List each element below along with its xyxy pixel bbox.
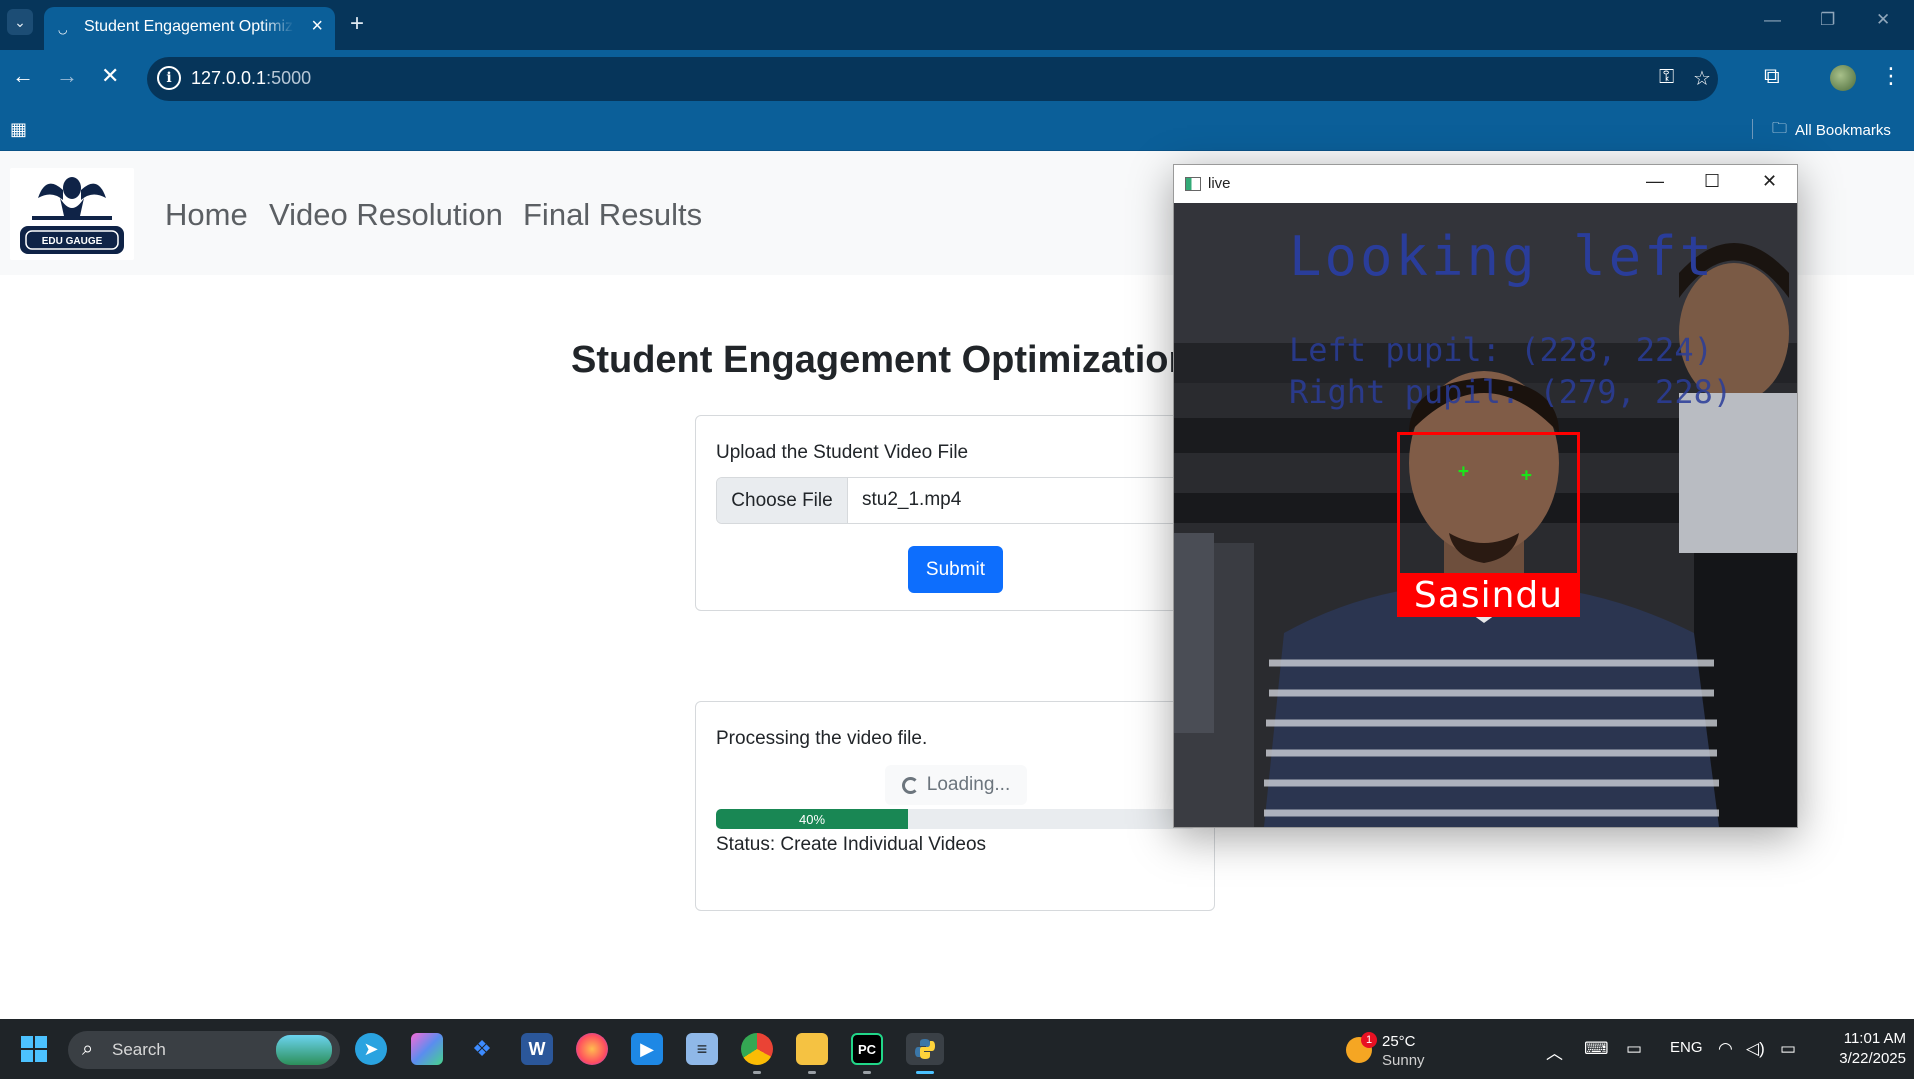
windows-start-icon[interactable] [18, 1033, 50, 1065]
search-highlight-image [276, 1035, 332, 1065]
telegram-icon[interactable]: ➤ [355, 1033, 387, 1065]
explorer-running-indicator [808, 1071, 816, 1074]
left-pupil-marker: + [1458, 461, 1469, 482]
new-tab-icon[interactable]: + [350, 10, 364, 38]
apps-grid-icon[interactable]: ▦ [10, 119, 27, 140]
progress-fill: 40% [716, 809, 908, 829]
zoom-icon[interactable]: ▶ [631, 1033, 663, 1065]
volume-icon[interactable]: ◁) [1746, 1039, 1765, 1059]
weather-notification-badge: 1 [1361, 1032, 1377, 1048]
keyboard-icon[interactable]: ⌨ [1584, 1039, 1609, 1059]
battery-icon[interactable]: ▭ [1780, 1039, 1796, 1059]
progress-bar: 40% [716, 809, 1196, 829]
processing-text: Processing the video file. [716, 728, 928, 749]
browser-tab[interactable]: ◡ Student Engagement Optimization × [44, 7, 335, 50]
live-video-window[interactable]: live — ☐ ✕ Looking left Left pupil: (228… [1173, 164, 1798, 828]
live-window-titlebar[interactable]: live — ☐ ✕ [1174, 165, 1797, 203]
restore-icon[interactable]: ❐ [1820, 10, 1835, 30]
system-clock[interactable]: 11:01 AM 3/22/2025 [1816, 1029, 1906, 1069]
tab-search-button[interactable]: ⌄ [7, 9, 33, 35]
right-pupil-text: Right pupil: (279, 228) [1289, 373, 1733, 411]
video-frame: Looking left Left pupil: (228, 224) Righ… [1174, 203, 1797, 827]
right-pupil-marker: + [1521, 465, 1532, 486]
loading-indicator: Loading... [885, 765, 1027, 805]
stop-loading-icon[interactable]: ✕ [101, 63, 119, 89]
dropbox-icon[interactable]: ❖ [466, 1033, 498, 1065]
live-close-icon[interactable]: ✕ [1762, 171, 1777, 192]
address-bar[interactable]: i 127.0.0.1:5000 ⚿ ☆ [147, 57, 1718, 101]
firefox-icon[interactable] [576, 1033, 608, 1065]
python-icon[interactable] [906, 1033, 944, 1065]
loading-favicon-icon: ◡ [58, 24, 68, 36]
clock-date: 3/22/2025 [1839, 1050, 1906, 1067]
page-title: Student Engagement Optimization [571, 339, 1192, 381]
person-name-label: Sasindu [1397, 573, 1580, 617]
live-maximize-icon[interactable]: ☐ [1704, 171, 1720, 192]
all-bookmarks-label: All Bookmarks [1795, 122, 1891, 139]
opencv-window-icon [1185, 177, 1201, 191]
show-hidden-icons-chevron-icon[interactable]: ︿ [1546, 1039, 1563, 1064]
upload-card: Upload the Student Video File Choose Fil… [695, 415, 1215, 611]
copilot-icon[interactable] [411, 1033, 443, 1065]
notepad-icon[interactable]: ≡ [686, 1033, 718, 1065]
progress-label: 40% [798, 811, 826, 827]
pycharm-icon[interactable]: PC [851, 1033, 883, 1065]
input-language[interactable]: ENG [1670, 1039, 1703, 1056]
python-active-indicator [916, 1071, 934, 1074]
all-bookmarks-button[interactable]: 🗀 All Bookmarks [1772, 118, 1891, 143]
file-explorer-icon[interactable] [796, 1033, 828, 1065]
forward-arrow-icon[interactable]: → [56, 63, 78, 89]
chrome-running-indicator [753, 1071, 761, 1074]
choose-file-button[interactable]: Choose File [717, 478, 848, 523]
search-label: Search [112, 1040, 166, 1059]
spinner-icon [901, 776, 919, 794]
nav-video-resolution[interactable]: Video Resolution [269, 197, 503, 233]
bookmarks-separator [1752, 119, 1753, 139]
submit-button[interactable]: Submit [908, 546, 1003, 593]
loading-text: Loading... [926, 774, 1011, 795]
site-info-icon[interactable]: i [157, 66, 181, 90]
close-tab-icon[interactable]: × [311, 15, 323, 38]
browser-menu-icon[interactable]: ⋮ [1880, 63, 1902, 89]
extensions-icon[interactable]: ⧉ [1764, 63, 1780, 89]
chrome-icon[interactable] [741, 1033, 773, 1065]
url-text: 127.0.0.1:5000 [191, 68, 312, 88]
key-icon[interactable]: ⚿ [1659, 66, 1674, 89]
left-pupil-text: Left pupil: (228, 224) [1289, 331, 1713, 369]
weather-condition: Sunny [1382, 1052, 1425, 1069]
gaze-direction-text: Looking left [1289, 225, 1716, 288]
close-window-icon[interactable]: ✕ [1876, 10, 1890, 30]
live-window-title: live [1208, 175, 1231, 192]
word-icon[interactable]: W [521, 1033, 553, 1065]
browser-tab-strip: ⌄ ◡ Student Engagement Optimization × + … [0, 0, 1914, 50]
pycharm-running-indicator [863, 1071, 871, 1074]
minimize-icon[interactable]: — [1764, 10, 1781, 30]
weather-temperature: 25°C [1382, 1033, 1416, 1050]
clock-time: 11:01 AM [1843, 1030, 1906, 1047]
processing-card: Processing the video file. Loading... 40… [695, 701, 1215, 911]
profile-avatar[interactable] [1830, 65, 1856, 91]
taskbar-search-box[interactable]: ⌕ Search [68, 1031, 340, 1069]
star-bookmark-icon[interactable]: ☆ [1693, 66, 1711, 91]
logo-text: EDU GAUGE [42, 236, 103, 247]
tablet-mode-icon[interactable]: ▭ [1626, 1039, 1642, 1059]
nav-final-results[interactable]: Final Results [523, 197, 702, 233]
status-text: Status: Create Individual Videos [716, 834, 987, 855]
bookmarks-bar: ▦ 🗀 All Bookmarks [0, 108, 1914, 151]
tab-title: Student Engagement Optimization [84, 18, 294, 35]
windows-taskbar: ⌕ Search ➤ ❖ W ▶ ≡ PC 1 25°C Sunny ︿ ⌨ ▭… [0, 1019, 1914, 1079]
live-minimize-icon[interactable]: — [1646, 171, 1664, 192]
back-arrow-icon[interactable]: ← [12, 63, 34, 89]
selected-file-name: stu2_1.mp4 [862, 489, 962, 510]
folder-icon: 🗀 [1772, 120, 1788, 137]
wifi-icon[interactable]: ◠ [1718, 1039, 1733, 1059]
browser-toolbar: ← → ✕ i 127.0.0.1:5000 ⚿ ☆ ⧉ ⋮ [0, 50, 1914, 108]
nav-home[interactable]: Home [165, 197, 248, 233]
file-input[interactable]: Choose File stu2_1.mp4 [716, 477, 1196, 524]
upload-label: Upload the Student Video File [716, 442, 969, 463]
edu-gauge-logo[interactable]: EDU GAUGE [10, 168, 134, 260]
search-icon: ⌕ [82, 1038, 94, 1060]
